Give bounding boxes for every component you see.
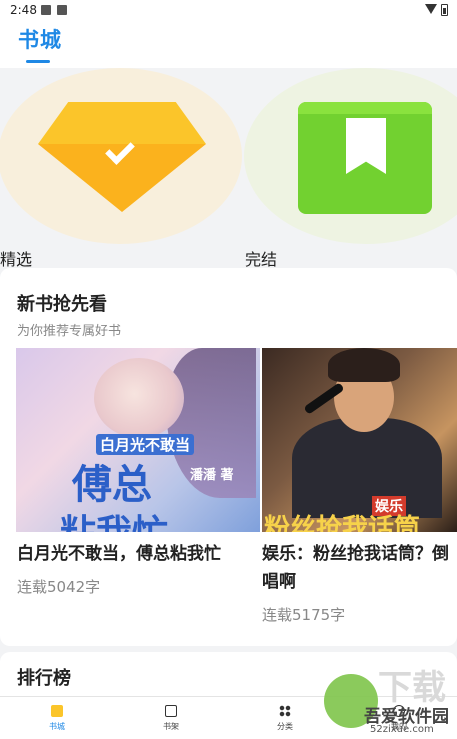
section-title: 新书抢先看 [17,294,107,315]
category-icon [279,705,291,717]
status-bar: 2:48 [0,0,457,22]
book-cover[interactable]: 娱乐 粉丝抢我话筒 [262,348,457,532]
book-word-count: 连载5175字 [262,606,346,624]
nav-label: 书城 [49,722,65,731]
book-cover[interactable]: 白月光不敢当 傅总 潘潘 著 粘我忙 [16,348,260,532]
cover-author: 潘潘 著 [190,468,234,483]
nav-label: 书架 [163,722,179,731]
nav-item-bookstore[interactable]: 书城 [0,697,114,739]
new-books-section: 新书抢先看 为你推荐专属好书 白月光不敢当 傅总 潘潘 著 粘我忙 白月光不敢当… [0,268,457,646]
cover-title-large: 粘我忙 [60,504,168,532]
active-tab-indicator [26,60,50,63]
category-label: 精选 [0,250,33,268]
header: 书城 [0,22,457,68]
section-subtitle: 为你推荐专属好书 [17,324,122,339]
section-title[interactable]: 排行榜 [17,664,71,690]
image-notification-icon [41,5,51,15]
wifi-icon [425,4,437,14]
book-title[interactable]: 白月光不敢当，傅总粘我忙 [17,540,257,568]
app-notification-icon [57,5,67,15]
bookstore-icon [51,705,63,717]
battery-icon [441,4,448,16]
cover-face [94,358,184,438]
cover-title-large: 粉丝抢我话筒 [264,514,421,532]
page-title[interactable]: 书城 [18,24,62,54]
category-label: 完结 [245,250,278,268]
cover-figure-coat [292,418,442,518]
cover-hair [328,348,400,382]
category-row: 精选 完结 [0,68,457,268]
watermark-url: 52zixue.com [370,724,434,735]
book-word-count: 连载5042字 [17,578,101,596]
status-time: 2:48 [10,3,37,17]
cover-title-large: 傅总 [72,461,152,508]
nav-item-bookshelf[interactable]: 书架 [114,697,228,739]
book-title[interactable]: 娱乐：粉丝抢我话筒？倒唱啊 [262,540,457,596]
watermark: 下载 吾爱软件园 52zixue.com [316,654,456,738]
bookshelf-icon [165,705,177,717]
book-top-edge [298,102,432,114]
